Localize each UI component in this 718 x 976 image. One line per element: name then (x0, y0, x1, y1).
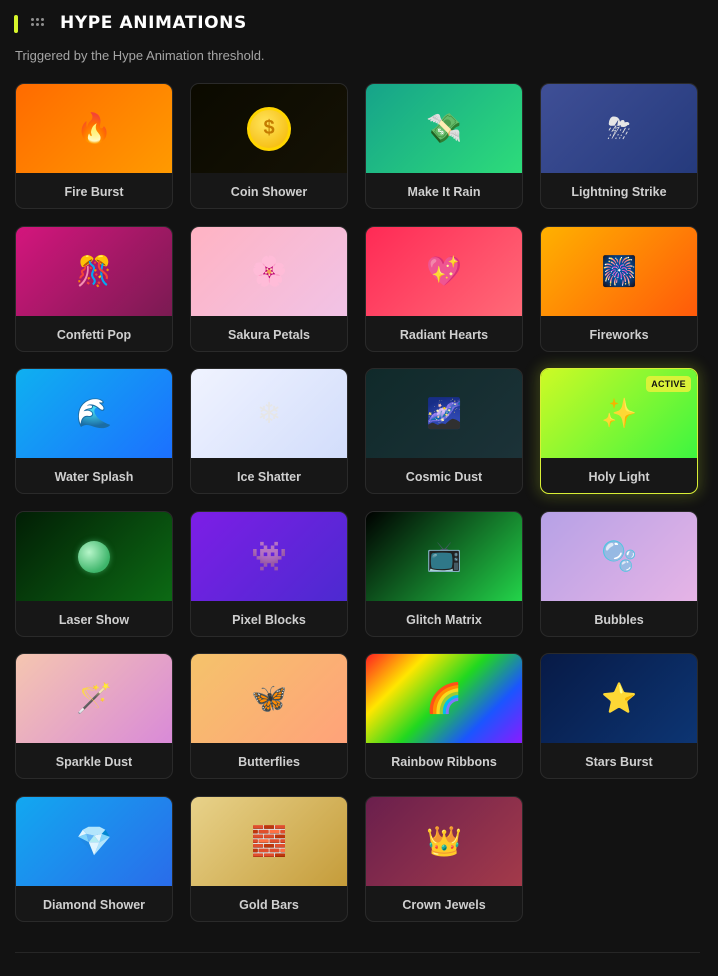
crown-icon: 👑 (425, 824, 463, 858)
animation-card-radiant-hearts[interactable]: 💖 Radiant Hearts (365, 226, 523, 352)
animation-label: Glitch Matrix (406, 612, 482, 627)
animation-card-fire-burst[interactable]: 🔥 Fire Burst (15, 83, 173, 209)
animation-card-cosmic-dust[interactable]: 🌌 Cosmic Dust (365, 368, 523, 494)
cherry-blossom-icon: 🌸 (250, 254, 288, 288)
magic-wand-icon: 🪄 (75, 681, 113, 715)
animation-card-bubbles[interactable]: 🫧 Bubbles (540, 511, 698, 637)
animation-preview: 📺 (366, 512, 522, 601)
animation-label: Fireworks (589, 327, 649, 342)
bubbles-icon: 🫧 (600, 539, 638, 573)
animation-label: Diamond Shower (42, 897, 146, 912)
rainbow-icon: 🌈 (425, 681, 463, 715)
sparkles-icon: ✨ (600, 396, 638, 430)
space-invader-icon: 👾 (250, 539, 288, 573)
section-title: HYPE ANIMATIONS (60, 13, 247, 33)
animation-label: Confetti Pop (56, 327, 132, 342)
brick-icon: 🧱 (250, 824, 288, 858)
snowflake-icon: ❄ (256, 396, 282, 430)
animation-card-laser-show[interactable]: Laser Show (15, 511, 173, 637)
animation-label: Cosmic Dust (405, 469, 483, 484)
animation-card-diamond-shower[interactable]: 💎 Diamond Shower (15, 796, 173, 922)
animation-label: Crown Jewels (402, 897, 486, 912)
animation-card-pixel-blocks[interactable]: 👾 Pixel Blocks (190, 511, 348, 637)
animation-preview: 🎊 (16, 227, 172, 316)
animation-card-holy-light[interactable]: ✨ Holy Light ACTIVE (540, 368, 698, 494)
animation-card-water-splash[interactable]: 🌊 Water Splash (15, 368, 173, 494)
section-subtitle: Triggered by the Hype Animation threshol… (15, 48, 265, 63)
animation-card-butterflies[interactable]: 🦋 Butterflies (190, 653, 348, 779)
star-icon: ⭐ (600, 681, 638, 715)
animation-card-confetti-pop[interactable]: 🎊 Confetti Pop (15, 226, 173, 352)
animation-preview: 💖 (366, 227, 522, 316)
animation-card-stars-burst[interactable]: ⭐ Stars Burst (540, 653, 698, 779)
sparkling-heart-icon: 💖 (425, 254, 463, 288)
animation-preview: 🔥 (16, 84, 172, 173)
animation-card-sakura-petals[interactable]: 🌸 Sakura Petals (190, 226, 348, 352)
animation-label: Holy Light (588, 469, 650, 484)
animation-card-rainbow-ribbons[interactable]: 🌈 Rainbow Ribbons (365, 653, 523, 779)
animation-label: Water Splash (54, 469, 134, 484)
animation-label: Fire Burst (64, 184, 124, 199)
animation-label: Stars Burst (585, 754, 653, 769)
animation-preview: $ (191, 84, 347, 173)
animation-preview: 👑 (366, 797, 522, 886)
animation-preview: 🌸 (191, 227, 347, 316)
animation-preview: 🌈 (366, 654, 522, 743)
water-wave-icon: 🌊 (75, 396, 113, 430)
animation-preview: 💎 (16, 797, 172, 886)
animation-label: Ice Shatter (237, 469, 301, 484)
animation-card-lightning-strike[interactable]: ⛈ Lightning Strike (540, 83, 698, 209)
fireworks-icon: 🎆 (600, 254, 638, 288)
animation-label: Lightning Strike (571, 184, 667, 199)
animation-preview: ⭐ (541, 654, 697, 743)
animation-label: Sparkle Dust (55, 754, 133, 769)
money-icon: 💸 (425, 111, 463, 145)
accent-bar (14, 15, 18, 33)
animation-preview: ⛈ (541, 84, 697, 173)
animation-label: Gold Bars (239, 897, 299, 912)
animation-preview: 👾 (191, 512, 347, 601)
storm-cloud-icon: ⛈ (607, 111, 631, 145)
fire-icon: 🔥 (75, 111, 113, 145)
animation-label: Sakura Petals (228, 327, 310, 342)
butterfly-icon: 🦋 (250, 681, 288, 715)
animation-card-gold-bars[interactable]: 🧱 Gold Bars (190, 796, 348, 922)
animation-preview: 🦋 (191, 654, 347, 743)
active-badge: ACTIVE (646, 376, 691, 392)
animation-label: Coin Shower (230, 184, 308, 199)
animation-preview: 🎆 (541, 227, 697, 316)
animation-label: Radiant Hearts (399, 327, 489, 342)
animation-card-coin-shower[interactable]: $ Coin Shower (190, 83, 348, 209)
green-orb-icon (78, 540, 110, 573)
animation-preview: 🌌 (366, 369, 522, 458)
animation-preview: 💸 (366, 84, 522, 173)
animation-label: Laser Show (58, 612, 130, 627)
animation-label: Butterflies (238, 754, 300, 769)
animation-preview: 🪄 (16, 654, 172, 743)
coin-icon: $ (247, 106, 291, 151)
television-icon: 📺 (425, 539, 463, 573)
drag-handle-icon[interactable] (31, 18, 45, 28)
animation-card-make-it-rain[interactable]: 💸 Make It Rain (365, 83, 523, 209)
gem-icon: 💎 (75, 824, 113, 858)
animation-card-sparkle-dust[interactable]: 🪄 Sparkle Dust (15, 653, 173, 779)
animation-card-glitch-matrix[interactable]: 📺 Glitch Matrix (365, 511, 523, 637)
animation-card-crown-jewels[interactable]: 👑 Crown Jewels (365, 796, 523, 922)
animation-card-ice-shatter[interactable]: ❄ Ice Shatter (190, 368, 348, 494)
milky-way-icon: 🌌 (425, 396, 463, 430)
animation-preview: 🧱 (191, 797, 347, 886)
animation-label: Bubbles (594, 612, 644, 627)
animation-preview: 🫧 (541, 512, 697, 601)
animation-card-fireworks[interactable]: 🎆 Fireworks (540, 226, 698, 352)
animation-preview (16, 512, 172, 601)
section-header: HYPE ANIMATIONS (0, 0, 718, 48)
animation-label: Rainbow Ribbons (391, 754, 497, 769)
animation-label: Pixel Blocks (232, 612, 306, 627)
animation-preview: 🌊 (16, 369, 172, 458)
section-divider (15, 952, 700, 953)
party-icon: 🎊 (75, 254, 113, 288)
animation-preview: ❄ (191, 369, 347, 458)
animation-label: Make It Rain (407, 184, 481, 199)
